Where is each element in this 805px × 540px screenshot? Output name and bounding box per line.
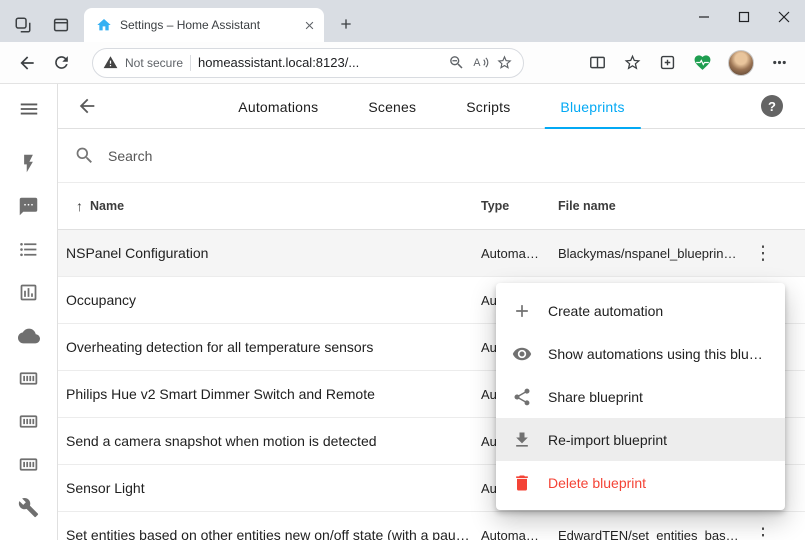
read-aloud-icon[interactable]: A [472,54,489,71]
zoom-out-icon[interactable] [448,54,465,71]
sidebar-item-hub-1[interactable] [0,357,58,400]
row-overflow-menu-button[interactable]: ⋮ [743,526,783,540]
tab-automations[interactable]: Automations [222,84,334,129]
cloud-icon [18,325,40,347]
page-back-button[interactable] [76,95,98,117]
search-icon [74,145,95,166]
wrench-icon [18,497,39,518]
sidebar-item-energy[interactable] [0,142,58,185]
blueprint-name: Sensor Light [66,480,481,496]
titlebar: Settings – Home Assistant [0,0,805,42]
close-tab-icon[interactable] [303,19,316,32]
server-icon [18,454,39,475]
tab-actions-button[interactable] [46,8,76,42]
vertical-dots-icon: ⋮ [754,244,773,263]
table-header: ↑ Name Type File name [58,183,805,230]
blueprints-page: Automations Scenes Scripts Blueprints ? … [58,84,805,540]
blueprint-context-menu: Create automation Show automations using… [496,283,785,510]
list-icon [18,239,39,260]
more-menu-icon[interactable] [770,53,789,72]
sidebar-item-hub-2[interactable] [0,400,58,443]
ha-sidebar [0,84,58,540]
tab-blueprints[interactable]: Blueprints [544,84,640,129]
sidebar-item-chat[interactable] [0,185,58,228]
column-header-type[interactable]: Type [481,199,541,213]
maximize-button[interactable] [724,0,764,34]
chat-icon [18,196,39,217]
sidebar-item-cloud[interactable] [0,314,58,357]
table-row[interactable]: Set entities based on other entities new… [58,512,805,540]
server-icon [18,368,39,389]
close-window-button[interactable] [764,0,804,34]
security-label[interactable]: Not secure [125,56,183,70]
plus-icon [512,301,532,321]
sidebar-item-logbook[interactable] [0,228,58,271]
split-screen-icon[interactable] [588,53,607,72]
workspaces-button[interactable] [8,8,38,42]
blueprint-file: Blackymas/nspanel_blueprin… [558,246,743,261]
url-text[interactable]: homeassistant.local:8123/... [198,55,441,70]
workspaces-icon [14,16,32,34]
favorites-icon[interactable] [623,53,642,72]
column-header-file[interactable]: File name [558,199,743,213]
blueprint-type: Automation [481,528,541,540]
page-tabs: Automations Scenes Scripts Blueprints [222,84,640,129]
home-assistant-app: Automations Scenes Scripts Blueprints ? … [0,84,805,540]
sort-arrow-icon: ↑ [76,198,83,214]
bar-chart-icon [18,282,39,303]
blueprint-name: Set entities based on other entities new… [66,527,481,540]
back-button[interactable] [10,46,44,80]
tab-scenes[interactable]: Scenes [352,84,432,129]
search-placeholder: Search [108,148,152,164]
menu-item-create-automation[interactable]: Create automation [496,289,785,332]
sidebar-menu-button[interactable] [9,94,49,124]
collections-icon[interactable] [658,53,677,72]
tab-scripts[interactable]: Scripts [450,84,526,129]
svg-text:A: A [473,57,481,69]
window-controls [684,0,804,34]
new-tab-button[interactable] [332,10,360,38]
refresh-button[interactable] [44,46,78,80]
browser-toolbar: Not secure homeassistant.local:8123/... … [0,42,805,84]
not-secure-warning-icon[interactable] [103,55,118,70]
table-row[interactable]: NSPanel Configuration Automation Blackym… [58,230,805,277]
share-icon [512,387,532,407]
menu-item-show-automations[interactable]: Show automations using this blueprint [496,332,785,375]
tab-title: Settings – Home Assistant [120,18,295,32]
menu-item-reimport-blueprint[interactable]: Re-import blueprint [496,418,785,461]
blueprint-file: EdwardTEN/set_entities_bas… [558,528,743,540]
sidebar-item-hub-3[interactable] [0,443,58,486]
sidebar-item-settings[interactable] [0,486,58,529]
lightning-bolt-icon [18,153,39,174]
download-icon [512,430,532,450]
address-divider [190,55,191,71]
tab-actions-icon [52,16,70,34]
browser-essentials-icon[interactable] [693,53,712,72]
blueprint-name: Overheating detection for all temperatur… [66,339,481,355]
sidebar-item-history[interactable] [0,271,58,314]
home-assistant-favicon [96,17,112,33]
menu-item-share-blueprint[interactable]: Share blueprint [496,375,785,418]
blueprint-name: NSPanel Configuration [66,245,481,261]
eye-icon [512,344,532,364]
menu-item-delete-blueprint[interactable]: Delete blueprint [496,461,785,504]
help-button[interactable]: ? [761,95,783,117]
profile-avatar[interactable] [728,50,754,76]
server-icon [18,411,39,432]
browser-tab[interactable]: Settings – Home Assistant [84,8,324,42]
search-input[interactable]: Search [58,129,805,183]
blueprint-type: Automation [481,246,541,261]
favorite-star-icon[interactable] [496,54,513,71]
vertical-dots-icon: ⋮ [754,526,773,540]
address-bar[interactable]: Not secure homeassistant.local:8123/... … [92,48,524,78]
row-overflow-menu-button[interactable]: ⋮ [743,244,783,263]
column-header-name[interactable]: ↑ Name [66,198,481,214]
blueprint-name: Send a camera snapshot when motion is de… [66,433,481,449]
blueprint-name: Occupancy [66,292,481,308]
trash-icon [512,473,532,493]
browser-window: Settings – Home Assistant [0,0,805,540]
minimize-button[interactable] [684,0,724,34]
page-header: Automations Scenes Scripts Blueprints ? [58,84,805,129]
blueprint-name: Philips Hue v2 Smart Dimmer Switch and R… [66,386,481,402]
